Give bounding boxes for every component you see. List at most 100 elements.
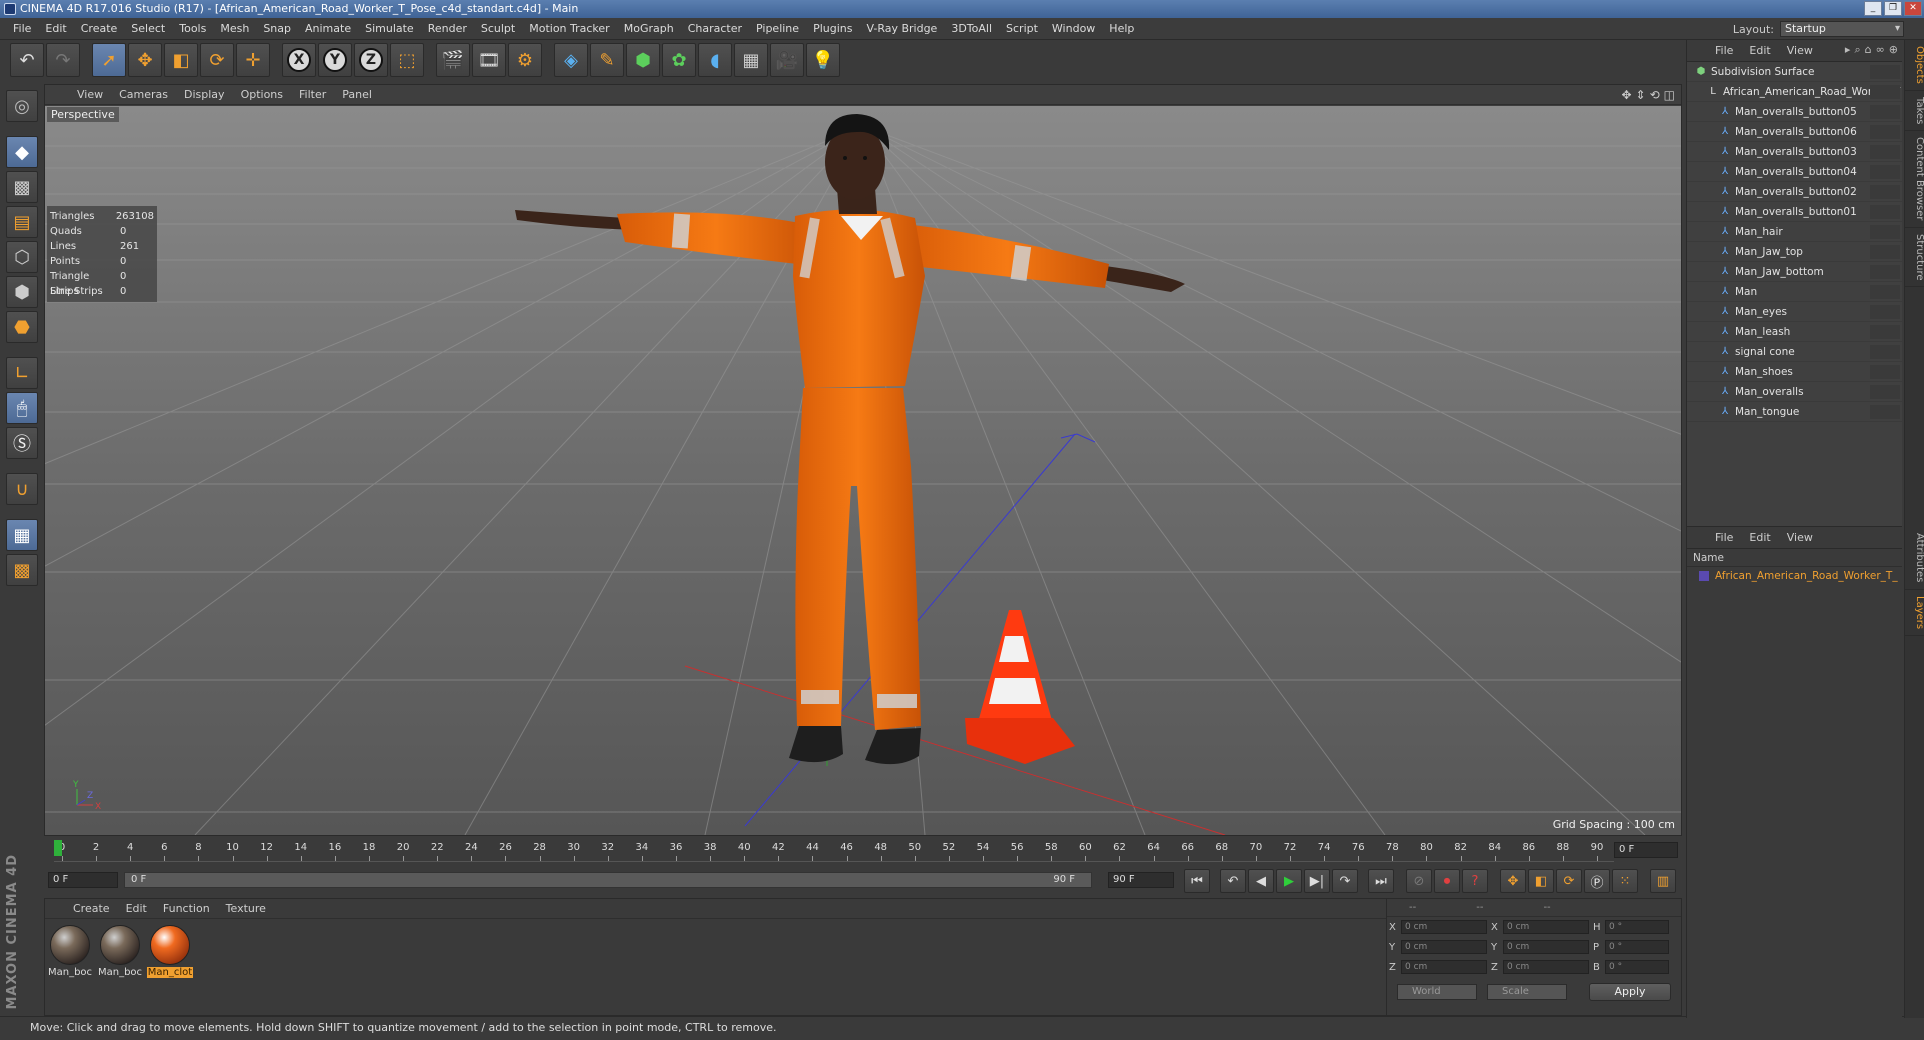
render-picture-viewer-icon[interactable]: 🎞 (472, 43, 506, 77)
pen-spline-icon[interactable]: ✎ (590, 43, 624, 77)
object-visibility-flags[interactable] (1870, 165, 1900, 179)
object-visibility-flags[interactable] (1870, 345, 1900, 359)
object-row[interactable]: ⬢ Subdivision Surface (1687, 62, 1902, 82)
previous-frame-icon[interactable]: ◀ (1248, 869, 1274, 893)
close-button[interactable]: ✕ (1904, 1, 1922, 16)
quantize-icon[interactable]: ▩ (6, 554, 38, 586)
layer-menu-file[interactable]: File (1707, 531, 1741, 544)
cube-primitive-icon[interactable]: ◈ (554, 43, 588, 77)
next-frame-icon[interactable]: ▶| (1304, 869, 1330, 893)
object-visibility-flags[interactable] (1870, 185, 1900, 199)
menu-snap[interactable]: Snap (256, 18, 298, 40)
object-menu-view[interactable]: View (1779, 44, 1821, 57)
object-row[interactable]: ⅄ Man_leash (1687, 322, 1902, 342)
menu-tools[interactable]: Tools (172, 18, 213, 40)
camera-icon[interactable]: 🎥 (770, 43, 804, 77)
deformer-icon[interactable]: ◖ (698, 43, 732, 77)
rotation-h-field[interactable]: 0 ° (1605, 920, 1669, 934)
object-row[interactable]: ⅄ Man_overalls_button04 (1687, 162, 1902, 182)
object-visibility-flags[interactable] (1870, 245, 1900, 259)
object-row[interactable]: ⅄ Man_overalls_button06 (1687, 122, 1902, 142)
tab-takes[interactable]: Takes (1905, 91, 1924, 132)
viewport-menu-options[interactable]: Options (233, 88, 291, 101)
menu-script[interactable]: Script (999, 18, 1045, 40)
rotate-tool-icon[interactable]: ⟳ (200, 43, 234, 77)
autokeying-icon[interactable]: ? (1462, 869, 1488, 893)
texture-mode-icon[interactable]: ▩ (6, 171, 38, 203)
menu-vray-bridge[interactable]: V-Ray Bridge (859, 18, 944, 40)
menu-file[interactable]: File (6, 18, 38, 40)
workplane-lock-icon[interactable]: ▦ (6, 519, 38, 551)
object-row[interactable]: ⅄ Man (1687, 282, 1902, 302)
apply-button[interactable]: Apply (1589, 983, 1671, 1001)
object-visibility-flags[interactable] (1870, 85, 1900, 99)
object-row[interactable]: ⅄ Man_overalls_button03 (1687, 142, 1902, 162)
object-visibility-flags[interactable] (1870, 65, 1900, 79)
viewport-menu-panel[interactable]: Panel (334, 88, 380, 101)
tab-structure[interactable]: Structure (1905, 228, 1924, 288)
position-y-field[interactable]: 0 cm (1401, 940, 1487, 954)
layer-row[interactable]: African_American_Road_Worker_T_ (1687, 567, 1902, 585)
menu-help[interactable]: Help (1102, 18, 1141, 40)
object-visibility-flags[interactable] (1870, 145, 1900, 159)
timeline-ruler[interactable]: 0 2 4 6 8 10 12 14 16 18 20 22 24 26 28 30 32 34 36 38 40 42 4… (54, 840, 1614, 862)
material-item-selected[interactable]: Man_clot (147, 925, 193, 978)
tweak-mode-icon[interactable]: 🖱 (6, 392, 38, 424)
more-arrow-icon[interactable]: ▸ (1845, 43, 1851, 57)
preview-range-slider[interactable]: 0 F 90 F (124, 872, 1092, 888)
object-visibility-flags[interactable] (1870, 265, 1900, 279)
object-row[interactable]: L African_American_Road_Worker_T (1687, 82, 1902, 102)
object-visibility-flags[interactable] (1870, 225, 1900, 239)
render-view-icon[interactable]: 🎬 (436, 43, 470, 77)
points-mode-icon[interactable]: ⬡ (6, 241, 38, 273)
viewport-menu-cameras[interactable]: Cameras (111, 88, 176, 101)
render-settings-icon[interactable]: ⚙ (508, 43, 542, 77)
viewport-menu-filter[interactable]: Filter (291, 88, 334, 101)
layout-dropdown[interactable]: Startup (1780, 21, 1904, 37)
menu-motion-tracker[interactable]: Motion Tracker (522, 18, 616, 40)
menu-edit[interactable]: Edit (38, 18, 73, 40)
snap-magnet-icon[interactable]: ∪ (6, 473, 38, 505)
object-visibility-flags[interactable] (1870, 385, 1900, 399)
tab-content-browser[interactable]: Content Browser (1905, 131, 1924, 228)
object-menu-file[interactable]: File (1707, 44, 1741, 57)
model-mode-icon[interactable]: ◆ (6, 136, 38, 168)
layer-menu-edit[interactable]: Edit (1741, 531, 1778, 544)
timeline[interactable]: 0 2 4 6 8 10 12 14 16 18 20 22 24 26 28 30 32 34 36 38 40 42 4… (44, 838, 1682, 864)
recent-tool-icon[interactable]: ✛ (236, 43, 270, 77)
material-menu-create[interactable]: Create (65, 902, 118, 915)
object-visibility-flags[interactable] (1870, 285, 1900, 299)
end-frame-field[interactable]: 90 F (1108, 872, 1174, 888)
rotation-p-field[interactable]: 0 ° (1605, 940, 1669, 954)
menu-mograph[interactable]: MoGraph (617, 18, 681, 40)
material-menu-edit[interactable]: Edit (118, 902, 155, 915)
key-position-icon[interactable]: ✥ (1500, 869, 1526, 893)
redo-icon[interactable]: ↷ (46, 43, 80, 77)
tab-objects[interactable]: Objects (1905, 40, 1924, 91)
record-active-objects-icon[interactable]: ⏺ (1434, 869, 1460, 893)
object-tree[interactable]: ⬢ Subdivision Surface L African_American_Ro… (1687, 62, 1902, 532)
key-rotation-icon[interactable]: ⟳ (1556, 869, 1582, 893)
object-row[interactable]: ⅄ Man_Jaw_bottom (1687, 262, 1902, 282)
y-axis-lock-button[interactable]: Y (318, 43, 352, 77)
playhead-marker[interactable] (54, 840, 62, 856)
pan-view-icon[interactable]: ✥ (1621, 88, 1631, 102)
material-menu-function[interactable]: Function (155, 902, 218, 915)
menu-plugins[interactable]: Plugins (806, 18, 859, 40)
workplane-mode-icon[interactable]: ▤ (6, 206, 38, 238)
new-view-icon[interactable]: ⊕ (1889, 43, 1898, 57)
object-row[interactable]: ⅄ Man_tongue (1687, 402, 1902, 422)
axis-mode-icon[interactable]: ∟ (6, 357, 38, 389)
menu-simulate[interactable]: Simulate (358, 18, 421, 40)
light-icon[interactable]: 💡 (806, 43, 840, 77)
size-z-field[interactable]: 0 cm (1503, 960, 1589, 974)
menu-window[interactable]: Window (1045, 18, 1102, 40)
object-row[interactable]: ⅄ signal cone (1687, 342, 1902, 362)
home-icon[interactable]: ⌂ (1865, 43, 1872, 57)
object-row[interactable]: ⅄ Man_overalls_button01 (1687, 202, 1902, 222)
start-frame-field[interactable]: 0 F (48, 872, 118, 888)
subdivision-surface-icon[interactable]: ⬢ (626, 43, 660, 77)
camera-label[interactable]: Perspective (47, 107, 119, 122)
link-icon[interactable]: ∞ (1876, 43, 1885, 57)
object-visibility-flags[interactable] (1870, 305, 1900, 319)
